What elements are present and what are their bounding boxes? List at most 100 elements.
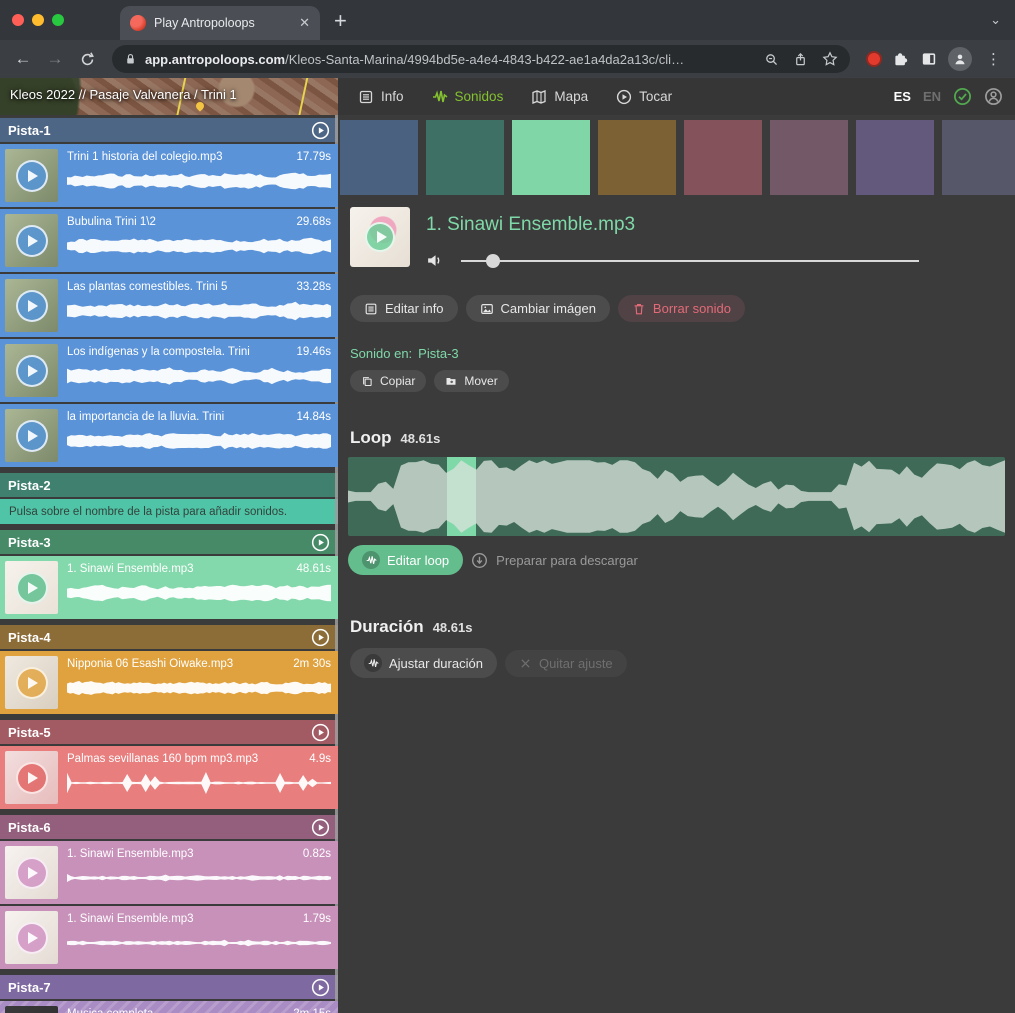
edit-loop-button[interactable]: Editar loop (348, 545, 463, 575)
track-header-pista-7[interactable]: Pista-7 (0, 975, 338, 999)
track-swatch-5[interactable] (684, 120, 762, 195)
window-zoom-button[interactable] (52, 14, 64, 26)
track-play-button[interactable] (311, 533, 330, 552)
track-play-button[interactable] (311, 978, 330, 997)
track-swatch-1[interactable] (340, 120, 418, 195)
edit-info-button[interactable]: Editar info (350, 295, 458, 322)
track-swatch-7[interactable] (856, 120, 934, 195)
extensions-puzzle-icon[interactable] (892, 50, 910, 68)
track-swatch-3-selected[interactable] (512, 120, 590, 195)
track-play-button[interactable] (311, 121, 330, 140)
clip-play-button[interactable] (16, 857, 48, 889)
clip-thumbnail[interactable] (5, 1006, 58, 1013)
clip-pista-5-1[interactable]: Palmas sevillanas 160 bpm mp3.mp34.9s (0, 746, 338, 809)
track-header-pista-5[interactable]: Pista-5 (0, 720, 338, 744)
clip-pista-4-1[interactable]: Nipponia 06 Esashi Oiwake.mp32m 30s (0, 651, 338, 714)
clip-pista-6-2[interactable]: 1. Sinawi Ensemble.mp31.79s (0, 906, 338, 969)
sound-thumbnail[interactable] (350, 207, 410, 267)
clip-thumbnail[interactable] (5, 344, 58, 397)
clip-play-button[interactable] (16, 922, 48, 954)
track-play-button[interactable] (311, 628, 330, 647)
clip-thumbnail[interactable] (5, 846, 58, 899)
clip-pista-3-1[interactable]: 1. Sinawi Ensemble.mp348.61s (0, 556, 338, 619)
lang-es-button[interactable]: ES (894, 89, 911, 104)
move-sound-button[interactable]: Mover (434, 370, 508, 392)
track-swatch-6[interactable] (770, 120, 848, 195)
clip-play-button[interactable] (16, 762, 48, 794)
clip-title: la importancia de la lluvia. Trini (67, 411, 224, 423)
volume-slider[interactable] (461, 254, 919, 268)
bookmark-star-icon[interactable] (822, 51, 838, 67)
clip-pista-1-2[interactable]: Bubulina Trini 1\229.68s (0, 209, 338, 272)
clip-thumbnail[interactable] (5, 214, 58, 267)
window-minimize-button[interactable] (32, 14, 44, 26)
track-header-pista-2[interactable]: Pista-2 (0, 473, 338, 497)
clip-thumbnail[interactable] (5, 656, 58, 709)
account-icon[interactable] (984, 87, 1003, 106)
address-bar[interactable]: app.antropoloops.com/Kleos-Santa-Marina/… (112, 45, 850, 73)
track-swatch-2[interactable] (426, 120, 504, 195)
clip-title: Musica completa (67, 1008, 153, 1013)
browser-tab[interactable]: Play Antropoloops ✕ (120, 6, 320, 40)
clip-play-button[interactable] (16, 225, 48, 257)
volume-slider-thumb[interactable] (486, 254, 500, 268)
tab-search-chevron-icon[interactable]: ⌄ (990, 12, 1001, 28)
profile-avatar[interactable] (948, 47, 972, 71)
nav-item-mapa[interactable]: Mapa (531, 89, 588, 105)
recording-extension-icon[interactable] (866, 51, 882, 67)
window-close-button[interactable] (12, 14, 24, 26)
location-photo[interactable]: Kleos 2022 // Pasaje Valvanera / Trini 1 (0, 78, 338, 115)
clip-play-button[interactable] (16, 572, 48, 604)
clip-pista-1-5[interactable]: la importancia de la lluvia. Trini14.84s (0, 404, 338, 467)
track-header-pista-4[interactable]: Pista-4 (0, 625, 338, 649)
clip-thumbnail[interactable] (5, 751, 58, 804)
clip-thumbnail[interactable] (5, 911, 58, 964)
forward-button[interactable]: → (42, 46, 68, 72)
track-header-pista-1[interactable]: Pista-1 (0, 118, 338, 142)
clip-pista-1-1[interactable]: Trini 1 historia del colegio.mp317.79s (0, 144, 338, 207)
track-header-pista-6[interactable]: Pista-6 (0, 815, 338, 839)
track-swatch-8[interactable] (942, 120, 1015, 195)
track-play-button[interactable] (311, 818, 330, 837)
lock-icon (124, 52, 137, 66)
sound-play-button[interactable] (365, 222, 395, 252)
prepare-download-button[interactable]: Preparar para descargar (471, 552, 638, 569)
clip-thumbnail[interactable] (5, 409, 58, 462)
clip-pista-1-4[interactable]: Los indígenas y la compostela. Trini19.4… (0, 339, 338, 402)
clip-pista-6-1[interactable]: 1. Sinawi Ensemble.mp30.82s (0, 841, 338, 904)
track-header-pista-3[interactable]: Pista-3 (0, 530, 338, 554)
clip-play-button[interactable] (16, 290, 48, 322)
remove-adjust-button[interactable]: Quitar ajuste (505, 650, 627, 677)
sound-location-track-link[interactable]: Pista-3 (418, 346, 458, 361)
adjust-duration-button[interactable]: Ajustar duración (350, 648, 497, 678)
nav-item-info[interactable]: Info (358, 89, 404, 105)
clip-pista-1-3[interactable]: Las plantas comestibles. Trini 533.28s (0, 274, 338, 337)
tab-close-icon[interactable]: ✕ (299, 15, 310, 31)
browser-menu-icon[interactable]: ⋮ (982, 50, 1005, 68)
side-panel-icon[interactable] (920, 50, 938, 68)
delete-sound-button[interactable]: Borrar sonido (618, 295, 745, 322)
track-sidebar: Pista-1Trini 1 historia del colegio.mp31… (0, 115, 338, 1013)
nav-item-tocar[interactable]: Tocar (616, 89, 672, 105)
clip-play-button[interactable] (16, 355, 48, 387)
clip-thumbnail[interactable] (5, 149, 58, 202)
clip-thumbnail[interactable] (5, 561, 58, 614)
track-swatches-row (338, 120, 1015, 195)
share-icon[interactable] (793, 52, 808, 67)
copy-sound-button[interactable]: Copiar (350, 370, 426, 392)
track-play-button[interactable] (311, 723, 330, 742)
clip-pista-7-1[interactable]: Musica completa2m 15s (0, 1001, 338, 1013)
clip-play-button[interactable] (16, 160, 48, 192)
loop-waveform[interactable] (348, 457, 1005, 536)
nav-item-sonidos[interactable]: Sonidos (432, 89, 504, 105)
change-image-button[interactable]: Cambiar imágen (466, 295, 610, 322)
lang-en-button[interactable]: EN (923, 89, 941, 104)
back-button[interactable]: ← (10, 46, 36, 72)
track-swatch-4[interactable] (598, 120, 676, 195)
clip-play-button[interactable] (16, 420, 48, 452)
clip-thumbnail[interactable] (5, 279, 58, 332)
new-tab-button[interactable]: + (334, 8, 347, 34)
zoom-page-icon[interactable] (764, 52, 779, 67)
clip-play-button[interactable] (16, 667, 48, 699)
reload-button[interactable] (74, 46, 100, 72)
